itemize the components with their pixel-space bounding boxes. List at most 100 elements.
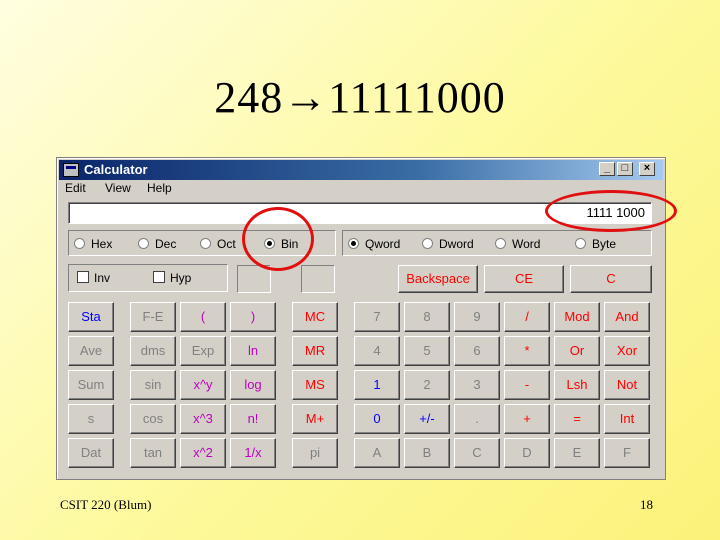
base-radio-hex[interactable]: Hex: [74, 237, 112, 251]
radio-label: Qword: [365, 237, 401, 251]
key-3-5[interactable]: 0: [354, 404, 400, 434]
key-4-3[interactable]: 1/x: [230, 438, 276, 468]
key-3-8[interactable]: +: [504, 404, 550, 434]
key-3-0[interactable]: s: [68, 404, 114, 434]
word-radio-word[interactable]: Word: [495, 237, 540, 251]
radio-dot-icon[interactable]: [422, 238, 433, 249]
radio-dot-icon[interactable]: [138, 238, 149, 249]
key-2-1[interactable]: sin: [130, 370, 176, 400]
menu-help[interactable]: Help: [147, 181, 172, 195]
key-1-3[interactable]: ln: [230, 336, 276, 366]
key-2-3[interactable]: log: [230, 370, 276, 400]
key-2-7[interactable]: 3: [454, 370, 500, 400]
key-4-0[interactable]: Dat: [68, 438, 114, 468]
key-3-9[interactable]: =: [554, 404, 600, 434]
bin-highlight-circle: [242, 207, 314, 271]
minimize-button[interactable]: _: [599, 162, 615, 176]
key-3-4[interactable]: M+: [292, 404, 338, 434]
slide-title: 248→11111000: [214, 73, 506, 122]
key-1-4[interactable]: MR: [292, 336, 338, 366]
key-4-2[interactable]: x^2: [180, 438, 226, 468]
radio-dot-icon[interactable]: [495, 238, 506, 249]
key-2-5[interactable]: 1: [354, 370, 400, 400]
key-3-7[interactable]: .: [454, 404, 500, 434]
radio-dot-icon[interactable]: [74, 238, 85, 249]
radio-label: Dword: [439, 237, 474, 251]
key-2-4[interactable]: MS: [292, 370, 338, 400]
key-4-8[interactable]: D: [504, 438, 550, 468]
key-3-2[interactable]: x^3: [180, 404, 226, 434]
key-2-9[interactable]: Lsh: [554, 370, 600, 400]
display-highlight-circle: [545, 190, 677, 232]
radio-label: Hex: [91, 237, 113, 251]
word-radio-qword[interactable]: Qword: [348, 237, 400, 251]
key-0-3[interactable]: ): [230, 302, 276, 332]
close-button[interactable]: ×: [639, 162, 655, 176]
menu-view[interactable]: View: [105, 181, 131, 195]
key-0-0[interactable]: Sta: [68, 302, 114, 332]
menu-edit[interactable]: Edit: [65, 181, 86, 195]
key-0-7[interactable]: 9: [454, 302, 500, 332]
hyp-checkbox[interactable]: Hyp: [153, 271, 191, 285]
radio-label: Word: [512, 237, 541, 251]
key-4-5[interactable]: A: [354, 438, 400, 468]
hyp-checkbox-box[interactable]: [153, 271, 165, 283]
radio-dot-icon[interactable]: [200, 238, 211, 249]
key-2-0[interactable]: Sum: [68, 370, 114, 400]
key-4-1[interactable]: tan: [130, 438, 176, 468]
hyp-label: Hyp: [170, 271, 192, 285]
key-4-10[interactable]: F: [604, 438, 650, 468]
backspace-button[interactable]: Backspace: [398, 265, 478, 293]
key-3-3[interactable]: n!: [230, 404, 276, 434]
key-0-9[interactable]: Mod: [554, 302, 600, 332]
window-title: Calculator: [84, 162, 148, 177]
memory-indicator: [301, 265, 335, 293]
key-0-8[interactable]: /: [504, 302, 550, 332]
key-0-4[interactable]: MC: [292, 302, 338, 332]
key-1-0[interactable]: Ave: [68, 336, 114, 366]
key-0-2[interactable]: (: [180, 302, 226, 332]
key-1-8[interactable]: *: [504, 336, 550, 366]
radio-label: Dec: [155, 237, 177, 251]
clear-button[interactable]: C: [570, 265, 652, 293]
key-2-10[interactable]: Not: [604, 370, 650, 400]
key-1-1[interactable]: dms: [130, 336, 176, 366]
radio-dot-icon[interactable]: [348, 238, 359, 249]
clear-entry-button[interactable]: CE: [484, 265, 564, 293]
title-bar[interactable]: Calculator _ □ ×: [59, 160, 663, 180]
key-1-10[interactable]: Xor: [604, 336, 650, 366]
key-2-6[interactable]: 2: [404, 370, 450, 400]
key-4-6[interactable]: B: [404, 438, 450, 468]
key-1-6[interactable]: 5: [404, 336, 450, 366]
key-3-10[interactable]: Int: [604, 404, 650, 434]
page-number: 18: [640, 497, 653, 512]
key-1-9[interactable]: Or: [554, 336, 600, 366]
calculator-app-icon: [63, 163, 79, 177]
key-0-6[interactable]: 8: [404, 302, 450, 332]
key-2-2[interactable]: x^y: [180, 370, 226, 400]
radio-label: Byte: [592, 237, 617, 251]
inv-checkbox[interactable]: Inv: [77, 271, 110, 285]
inv-checkbox-box[interactable]: [77, 271, 89, 283]
key-1-5[interactable]: 4: [354, 336, 400, 366]
key-2-8[interactable]: -: [504, 370, 550, 400]
key-0-10[interactable]: And: [604, 302, 650, 332]
key-0-5[interactable]: 7: [354, 302, 400, 332]
key-1-7[interactable]: 6: [454, 336, 500, 366]
key-3-6[interactable]: +/-: [404, 404, 450, 434]
word-radio-byte[interactable]: Byte: [575, 237, 616, 251]
key-4-7[interactable]: C: [454, 438, 500, 468]
key-1-2[interactable]: Exp: [180, 336, 226, 366]
key-0-1[interactable]: F-E: [130, 302, 176, 332]
inv-hyp-group: Inv Hyp: [68, 264, 228, 292]
base-radio-oct[interactable]: Oct: [200, 237, 236, 251]
word-radio-dword[interactable]: Dword: [422, 237, 474, 251]
radio-dot-icon[interactable]: [575, 238, 586, 249]
footer-course: CSIT 220 (Blum): [60, 497, 152, 512]
base-radio-dec[interactable]: Dec: [138, 237, 176, 251]
key-3-1[interactable]: cos: [130, 404, 176, 434]
maximize-button[interactable]: □: [617, 162, 633, 176]
key-4-9[interactable]: E: [554, 438, 600, 468]
key-4-4[interactable]: pi: [292, 438, 338, 468]
inv-label: Inv: [94, 271, 111, 285]
